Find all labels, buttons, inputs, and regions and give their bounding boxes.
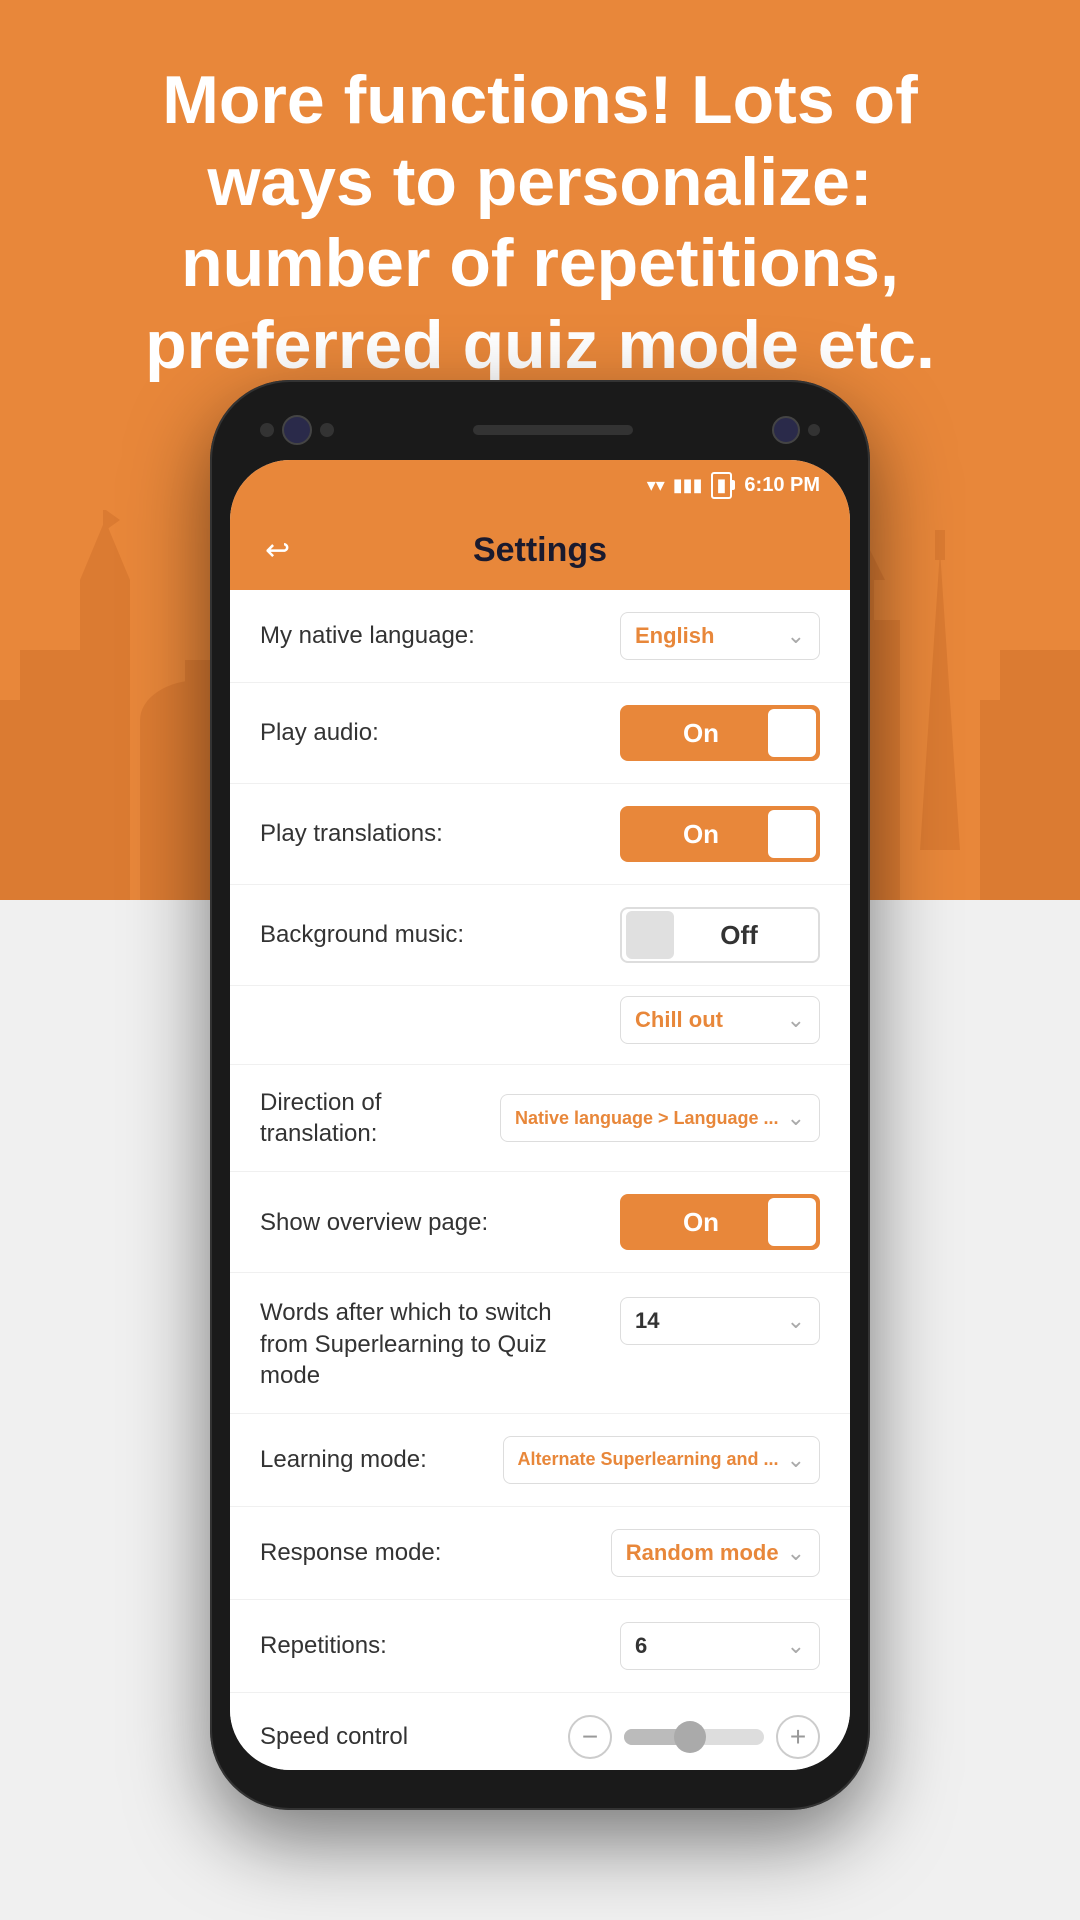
setting-row-repetitions: Repetitions: 6 ⌄ [230,1600,850,1693]
speed-slider-track [624,1729,764,1745]
learning-mode-value: Alternate Superlearning and ... [518,1449,779,1470]
chill-out-dropdown[interactable]: Chill out ⌄ [620,996,820,1044]
play-audio-label: Play audio: [260,717,560,748]
phone-screen: ▾▾ ▮▮▮ ▮ 6:10 PM ↩ Settings [230,460,850,1770]
back-button[interactable]: ↩ [255,528,300,573]
show-overview-toggle[interactable]: On [620,1194,820,1250]
page-title: Settings [473,531,607,570]
wifi-icon: ▾▾ [647,475,665,496]
background-music-label: Background music: [260,919,560,950]
learning-mode-arrow-icon: ⌄ [787,1447,805,1473]
setting-row-play-audio: Play audio: On [230,683,850,784]
speaker [473,425,633,435]
repetitions-label: Repetitions: [260,1630,560,1661]
play-translations-toggle-text: On [624,819,768,850]
setting-row-native-language: My native language: English ⌄ [230,590,850,683]
setting-row-words-switch: Words after which to switch from Superle… [230,1273,850,1414]
signal-icon: ▮▮▮ [673,475,703,496]
sensor-dot-2 [320,423,334,437]
setting-row-response-mode: Response mode: Random mode ⌄ [230,1507,850,1600]
camera-circle [772,416,800,444]
sensor-dot [260,423,274,437]
learning-mode-label: Learning mode: [260,1444,503,1475]
toggle-knob-3 [626,911,674,959]
native-language-value: English [635,623,779,649]
play-audio-toggle-text: On [624,718,768,749]
chill-out-arrow-icon: ⌄ [787,1007,805,1033]
header-title: More functions! Lots of ways to personal… [0,0,1080,426]
setting-row-speed-control: Speed control − + [230,1693,850,1770]
repetitions-value: 6 [635,1633,779,1659]
words-switch-dropdown[interactable]: 14 ⌄ [620,1297,820,1345]
settings-content: My native language: English ⌄ Play audio… [230,590,850,1770]
response-mode-value: Random mode [626,1540,779,1566]
play-translations-toggle[interactable]: On [620,806,820,862]
direction-label: Direction of translation: [260,1087,500,1149]
speed-slider-thumb[interactable] [674,1721,706,1753]
sensor-small [808,424,820,436]
direction-value: Native language > Language ... [515,1108,779,1129]
speed-decrease-button[interactable]: − [568,1715,612,1759]
show-overview-label: Show overview page: [260,1207,560,1238]
words-switch-value: 14 [635,1308,779,1334]
words-switch-label: Words after which to switch from Superle… [260,1297,570,1391]
app-header: ↩ Settings [230,510,850,590]
setting-row-background-music: Background music: Off [230,885,850,986]
play-translations-label: Play translations: [260,818,560,849]
front-camera [282,415,312,445]
status-icons: ▾▾ ▮▮▮ ▮ 6:10 PM [647,472,820,499]
setting-row-play-translations: Play translations: On [230,784,850,885]
response-mode-label: Response mode: [260,1537,560,1568]
direction-arrow-icon: ⌄ [787,1105,805,1131]
learning-mode-dropdown[interactable]: Alternate Superlearning and ... ⌄ [503,1436,821,1484]
toggle-knob [768,709,816,757]
direction-dropdown[interactable]: Native language > Language ... ⌄ [500,1094,820,1142]
phone-top-bar [230,400,850,460]
background-music-toggle-text: Off [674,920,814,951]
play-audio-toggle[interactable]: On [620,705,820,761]
chill-out-value: Chill out [635,1007,779,1033]
speed-control-label: Speed control [260,1721,560,1752]
words-switch-arrow-icon: ⌄ [787,1308,805,1334]
phone-device: ▾▾ ▮▮▮ ▮ 6:10 PM ↩ Settings [210,380,870,1810]
setting-row-direction: Direction of translation: Native languag… [230,1065,850,1172]
toggle-knob-4 [768,1198,816,1246]
battery-icon: ▮ [711,472,733,499]
setting-row-chill-out: Chill out ⌄ [230,986,850,1065]
native-language-dropdown[interactable]: English ⌄ [620,612,820,660]
status-time: 6:10 PM [744,474,820,497]
dropdown-arrow-icon: ⌄ [787,623,805,649]
native-language-label: My native language: [260,620,560,651]
repetitions-arrow-icon: ⌄ [787,1633,805,1659]
response-mode-dropdown[interactable]: Random mode ⌄ [611,1529,820,1577]
response-mode-arrow-icon: ⌄ [787,1540,805,1566]
setting-row-show-overview: Show overview page: On [230,1172,850,1273]
speed-increase-button[interactable]: + [776,1715,820,1759]
repetitions-dropdown[interactable]: 6 ⌄ [620,1622,820,1670]
speed-control-widget: − + [568,1715,820,1759]
status-bar: ▾▾ ▮▮▮ ▮ 6:10 PM [230,460,850,510]
toggle-knob-2 [768,810,816,858]
setting-row-learning-mode: Learning mode: Alternate Superlearning a… [230,1414,850,1507]
background-music-toggle[interactable]: Off [620,907,820,963]
show-overview-toggle-text: On [624,1207,768,1238]
